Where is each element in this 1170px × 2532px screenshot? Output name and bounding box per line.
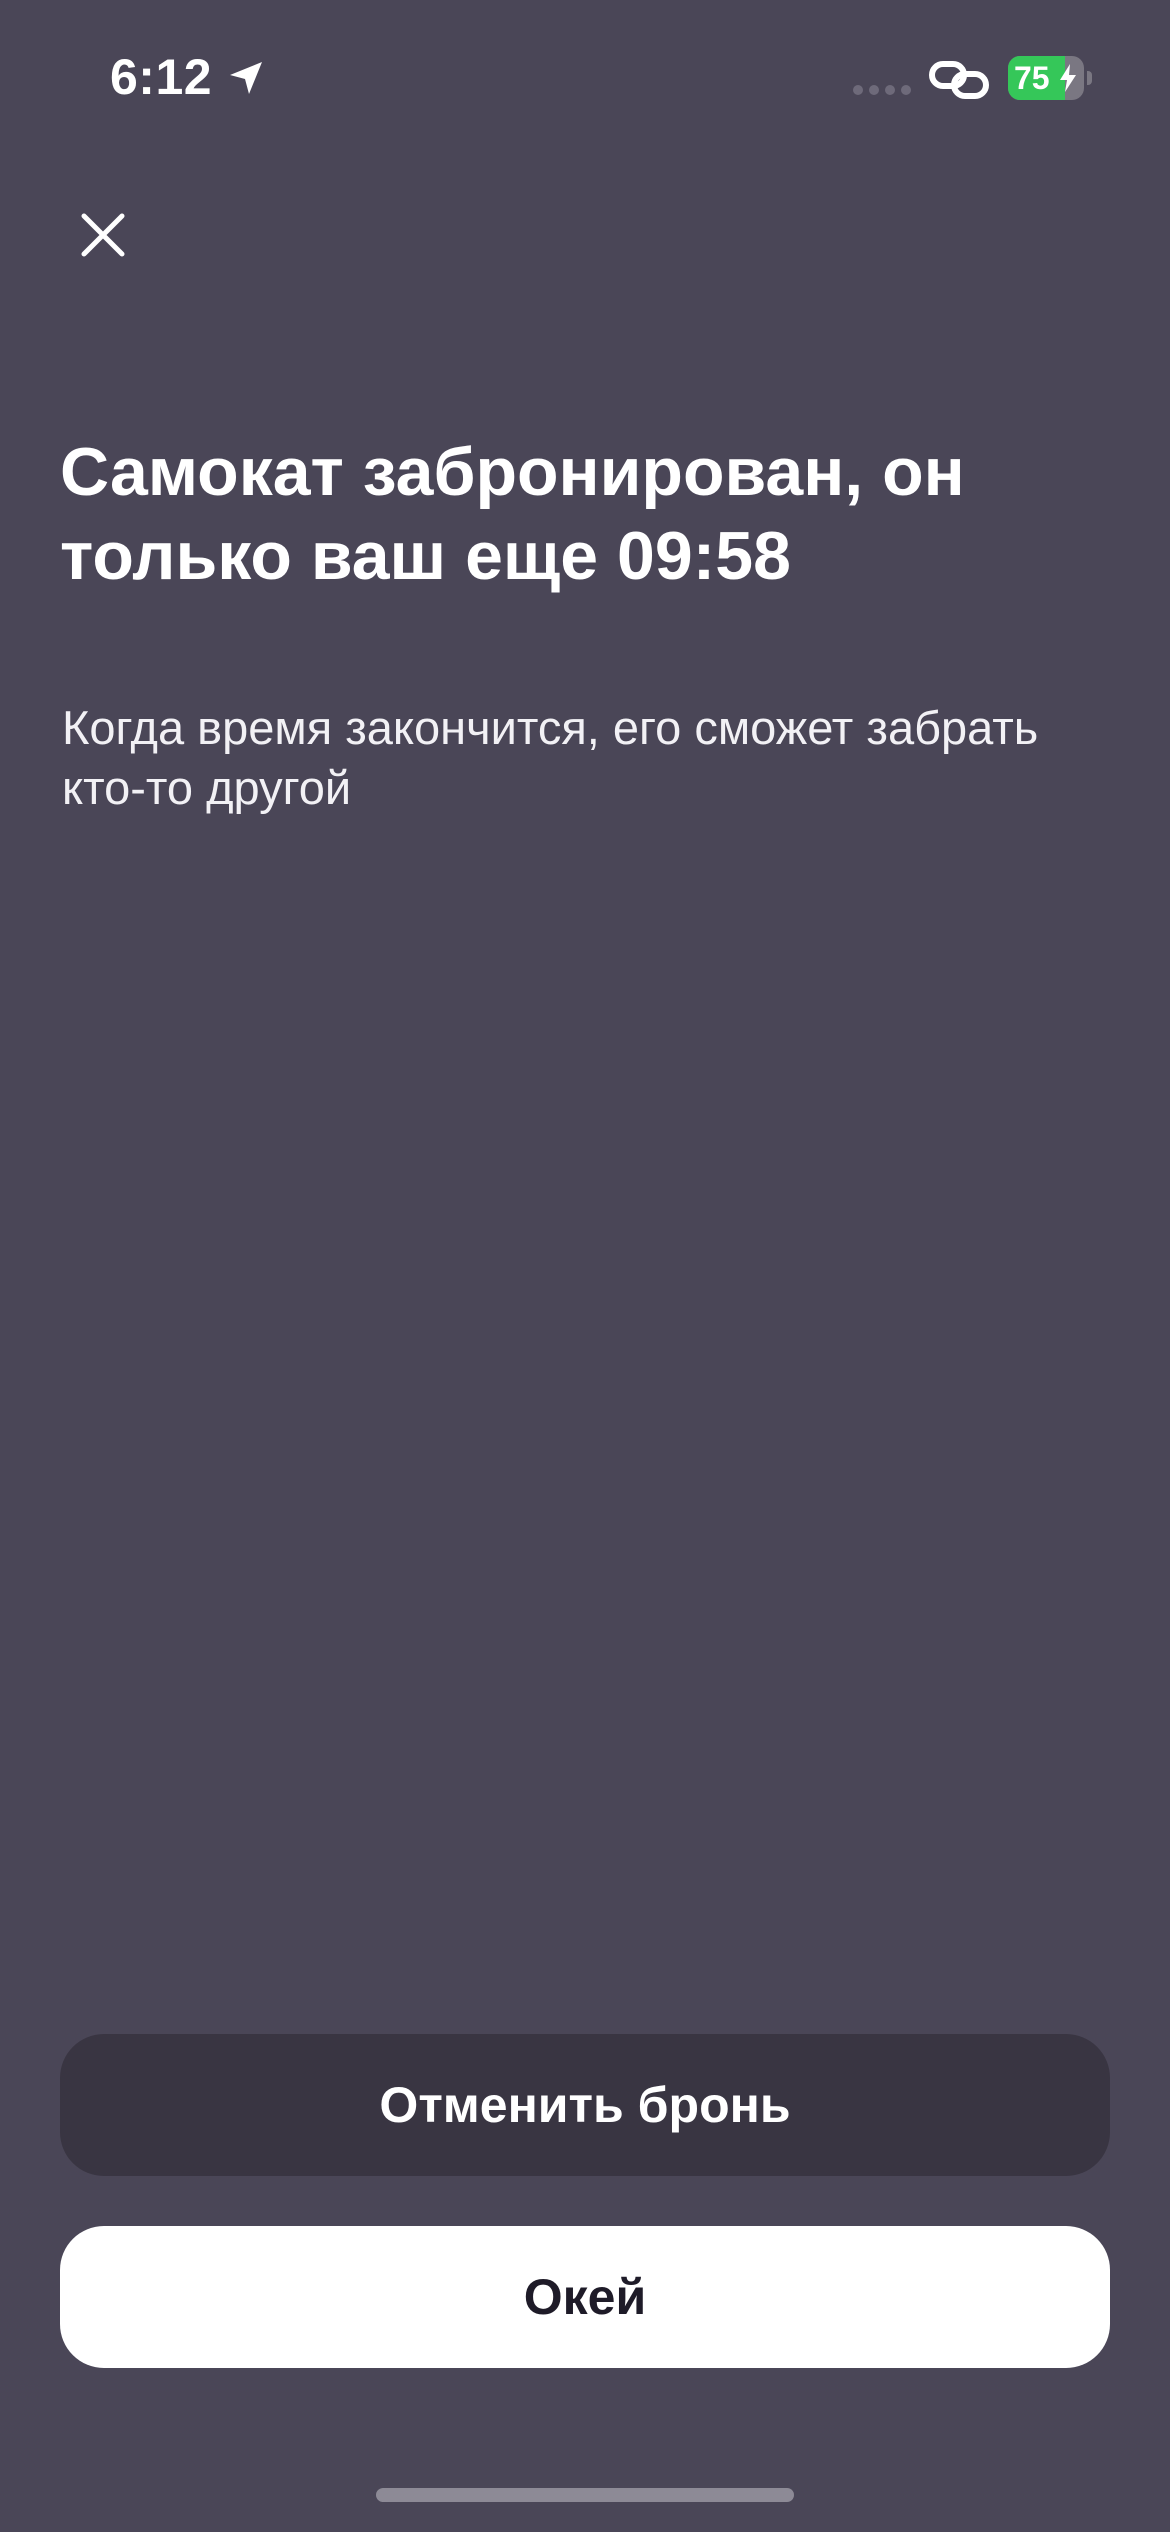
- battery-indicator: 75: [1008, 56, 1092, 100]
- status-time: 6:12: [110, 49, 213, 105]
- cancel-booking-button[interactable]: Отменить бронь: [60, 2034, 1110, 2176]
- link-icon: [929, 61, 989, 99]
- location-arrow-icon: [230, 62, 262, 94]
- home-indicator: [376, 2488, 794, 2502]
- battery-nub: [1087, 71, 1092, 85]
- status-bar: 6:12 75: [0, 0, 1170, 150]
- page-title: Самокат забронирован, он только ваш еще …: [60, 434, 965, 594]
- close-icon: [81, 213, 125, 257]
- charging-bolt-icon: [1060, 64, 1076, 92]
- page-subtitle: Когда время закончится, его сможет забра…: [62, 701, 1039, 814]
- cellular-signal-icon: [853, 85, 911, 95]
- close-button[interactable]: [58, 190, 148, 280]
- ok-button[interactable]: Окей: [60, 2226, 1110, 2368]
